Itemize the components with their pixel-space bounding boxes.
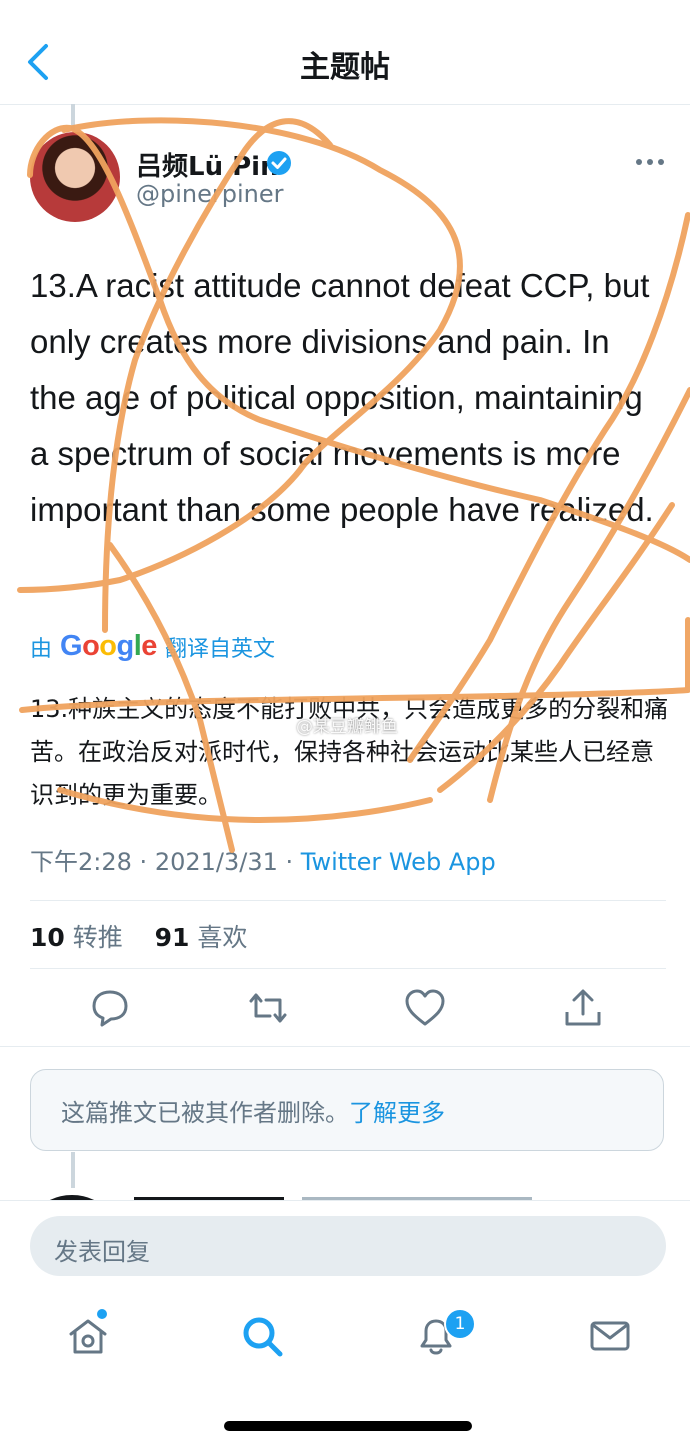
retweet-label: 转推 xyxy=(72,923,123,952)
avatar[interactable] xyxy=(30,132,120,222)
tweet-time: 下午2:28 xyxy=(30,848,132,876)
deleted-text: 这篇推文已被其作者删除。 xyxy=(61,1099,349,1127)
more-icon[interactable] xyxy=(634,152,666,172)
translation-attribution[interactable]: 由 Google 翻译自英文 xyxy=(30,630,275,663)
messages-icon[interactable] xyxy=(586,1312,634,1360)
home-unread-dot xyxy=(97,1309,107,1319)
share-icon[interactable] xyxy=(559,986,607,1030)
page-title: 主题帖 xyxy=(300,50,390,85)
home-indicator xyxy=(224,1421,472,1431)
deleted-tweet-notice: 这篇推文已被其作者删除。了解更多 xyxy=(30,1069,664,1151)
divider xyxy=(30,968,666,969)
author-name[interactable]: 吕频Lü Pin xyxy=(136,146,279,183)
tweet-date: 2021/3/31 xyxy=(154,848,278,876)
verified-icon xyxy=(267,151,291,175)
like-icon[interactable] xyxy=(401,986,449,1030)
like-count: 91 xyxy=(154,923,190,952)
reply-input[interactable]: 发表回复 xyxy=(30,1216,666,1276)
tweet-text: 13.A racist attitude cannot defeat CCP, … xyxy=(30,267,654,528)
thread-line-bottom xyxy=(71,1152,75,1188)
translated-text: 13.种族主义的态度不能打败中共，只会造成更多的分裂和痛苦。在政治反对派时代，保… xyxy=(30,695,669,809)
tweet-stats[interactable]: 10 转推 91 喜欢 xyxy=(30,918,247,954)
search-icon[interactable] xyxy=(238,1312,286,1360)
divider xyxy=(0,1046,690,1047)
like-label: 喜欢 xyxy=(197,923,248,952)
tweet-meta: 下午2:28 · 2021/3/31 · Twitter Web App xyxy=(30,848,496,876)
author-handle[interactable]: @pinerpiner xyxy=(136,180,284,208)
notification-badge: 1 xyxy=(444,1308,476,1340)
reply-icon[interactable] xyxy=(86,986,134,1030)
watermark: @某豆瓣鲱鱼 xyxy=(296,717,398,737)
learn-more-link[interactable]: 了解更多 xyxy=(349,1099,445,1127)
thread-line-top xyxy=(71,104,75,130)
translate-suffix: 翻译自英文 xyxy=(164,636,275,662)
home-icon[interactable] xyxy=(64,1312,112,1360)
tweet-source-app[interactable]: Twitter Web App xyxy=(301,848,496,876)
google-logo: Google xyxy=(60,630,157,662)
retweet-count: 10 xyxy=(30,923,65,952)
translate-prefix: 由 xyxy=(30,636,53,662)
retweet-icon[interactable] xyxy=(244,986,292,1030)
divider xyxy=(30,900,666,901)
